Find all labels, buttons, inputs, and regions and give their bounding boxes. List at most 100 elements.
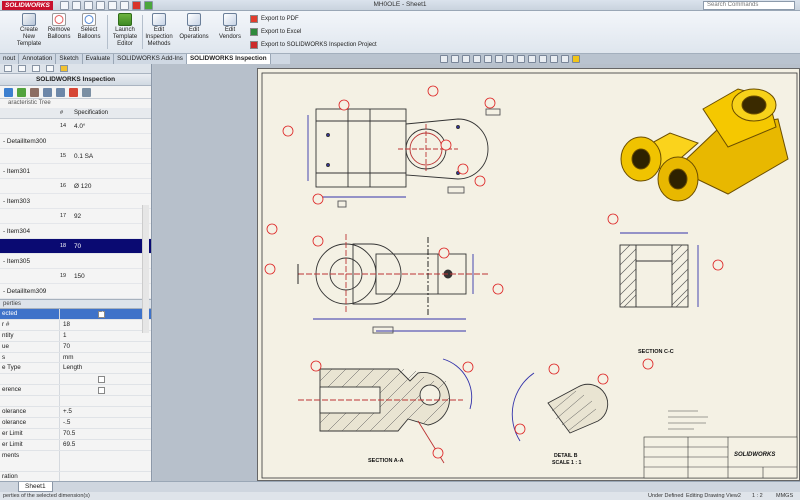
characteristic-row[interactable]: - Item303 [0, 194, 151, 209]
characteristic-row[interactable]: - DetailItem300 [0, 134, 151, 149]
detail-b-view[interactable] [511, 372, 609, 442]
property-row[interactable]: ected ✓ [0, 309, 151, 320]
top-view[interactable] [307, 108, 501, 208]
section-view-icon[interactable] [473, 55, 481, 63]
property-row[interactable]: r #18 [0, 319, 151, 331]
dim-expert-tab-icon[interactable] [46, 65, 54, 72]
view-settings-icon[interactable] [539, 55, 547, 63]
characteristic-row[interactable]: 14 4.0° [0, 119, 151, 134]
property-name [0, 374, 60, 385]
balloon-settings-icon[interactable] [4, 88, 13, 97]
property-manager-tab-icon[interactable] [18, 65, 26, 72]
property-value[interactable]: 70 [60, 342, 151, 352]
create-new-template-button[interactable]: Create New Template [14, 13, 44, 53]
characteristic-row[interactable]: 17 92 [0, 209, 151, 224]
characteristic-row[interactable]: 18 70 [0, 239, 151, 254]
property-row[interactable]: ue 70 [0, 341, 151, 353]
display-pane-icon[interactable] [550, 55, 558, 63]
property-row[interactable]: ments [0, 450, 151, 472]
tab-addins[interactable]: SOLIDWORKS Add-Ins [114, 54, 187, 64]
export-pdf-button[interactable]: Export to PDF [250, 14, 299, 24]
property-row[interactable] [0, 374, 151, 386]
property-row[interactable]: erence [0, 385, 151, 397]
property-value[interactable]: Length [60, 363, 151, 373]
previous-view-icon[interactable] [462, 55, 470, 63]
property-row[interactable]: ntity 1 [0, 330, 151, 342]
section-aa-label: SECTION A-A [368, 458, 404, 464]
move-up-icon[interactable] [43, 88, 52, 97]
property-value[interactable] [60, 396, 151, 406]
status-bar: perties of the selected dimension(s) Und… [0, 492, 800, 500]
property-value[interactable]: 18 [60, 320, 151, 330]
add-characteristic-icon[interactable] [17, 88, 26, 97]
grid-icon[interactable] [82, 88, 91, 97]
tab-annotation[interactable]: Annotation [19, 54, 57, 64]
property-checkbox[interactable] [98, 376, 105, 384]
property-value[interactable]: mm [60, 353, 151, 363]
tab-layout[interactable]: nout [0, 54, 20, 64]
appearance-icon[interactable] [517, 55, 525, 63]
property-row[interactable]: ration [0, 471, 151, 481]
section-aa-view[interactable] [298, 358, 473, 464]
property-value[interactable] [60, 472, 151, 481]
property-row[interactable] [0, 396, 151, 408]
front-view[interactable] [297, 234, 488, 334]
drawing-sheet[interactable]: SECTION C-C SECTION A-A DETAIL B SCALE 1… [257, 68, 800, 481]
tab-sketch[interactable]: Sketch [56, 54, 83, 64]
export-inspection-project-button[interactable]: Export to SOLIDWORKS Inspection Project [250, 40, 377, 50]
tab-inspection[interactable]: SOLIDWORKS Inspection [186, 54, 271, 64]
characteristic-row[interactable]: - Item304 [0, 224, 151, 239]
edit-vendors-button[interactable]: Edit Vendors [214, 13, 246, 53]
scene-icon[interactable] [528, 55, 536, 63]
tab-evaluate[interactable]: Evaluate [83, 54, 115, 64]
characteristic-row[interactable]: 19 150 [0, 269, 151, 284]
isometric-model[interactable] [620, 88, 789, 202]
remove-balloons-button[interactable]: Remove Balloons [45, 13, 73, 53]
characteristic-row[interactable]: 16 Ø 120 [0, 179, 151, 194]
select-balloons-button[interactable]: Select Balloons [75, 13, 103, 53]
search-commands-input[interactable]: Search Commands [703, 1, 795, 10]
characteristic-scrollbar[interactable] [142, 205, 149, 333]
inspection-tab-icon[interactable] [60, 65, 68, 72]
status-scale[interactable]: 1 : 2 [752, 492, 763, 500]
view-orientation-icon[interactable] [484, 55, 492, 63]
property-checkbox[interactable]: ✓ [98, 311, 105, 318]
characteristic-row[interactable]: 15 0.1 SA [0, 149, 151, 164]
property-value[interactable]: +.5 [60, 407, 151, 417]
panel-tabs [0, 64, 151, 74]
edit-operations-button[interactable]: Edit Operations [178, 13, 210, 53]
launch-template-editor-button[interactable]: Launch Template Editor [110, 13, 140, 53]
sheet-tab[interactable]: Sheet1 [18, 482, 53, 492]
property-row[interactable]: er Limit 69.5 [0, 439, 151, 451]
zoom-area-icon[interactable] [451, 55, 459, 63]
display-style-icon[interactable] [495, 55, 503, 63]
property-row[interactable]: s mm [0, 352, 151, 364]
property-checkbox[interactable] [98, 387, 105, 395]
property-value[interactable]: 70.5 [60, 429, 151, 439]
monitor-icon[interactable] [561, 55, 569, 63]
property-row[interactable]: olerance +.5 [0, 407, 151, 418]
characteristic-row[interactable]: - DetailItem309 [0, 284, 151, 299]
move-down-icon[interactable] [56, 88, 65, 97]
feature-tree-tab-icon[interactable] [4, 65, 12, 72]
characteristic-row[interactable]: - Item305 [0, 254, 151, 269]
property-value[interactable] [60, 451, 151, 471]
config-manager-tab-icon[interactable] [32, 65, 40, 72]
property-row[interactable]: e Type Length [0, 363, 151, 375]
hide-show-icon[interactable] [506, 55, 514, 63]
bom-icon[interactable] [30, 88, 39, 97]
export-excel-button[interactable]: Export to Excel [250, 27, 301, 37]
status-units[interactable]: MMGS [776, 492, 793, 500]
delete-icon[interactable] [69, 88, 78, 97]
edit-inspection-methods-button[interactable]: Edit Inspection Methods [143, 13, 175, 53]
characteristic-row[interactable]: - Item301 [0, 164, 151, 179]
property-value[interactable]: -.5 [60, 418, 151, 428]
zoom-fit-icon[interactable] [440, 55, 448, 63]
property-row[interactable]: olerance -.5 [0, 417, 151, 429]
property-value[interactable]: 1 [60, 331, 151, 341]
drawing-viewport[interactable]: SECTION C-C SECTION A-A DETAIL B SCALE 1… [153, 64, 800, 481]
section-cc-view[interactable] [619, 232, 699, 308]
property-value[interactable]: 69.5 [60, 440, 151, 450]
render-icon[interactable] [572, 55, 580, 63]
property-row[interactable]: er Limit 70.5 [0, 428, 151, 440]
